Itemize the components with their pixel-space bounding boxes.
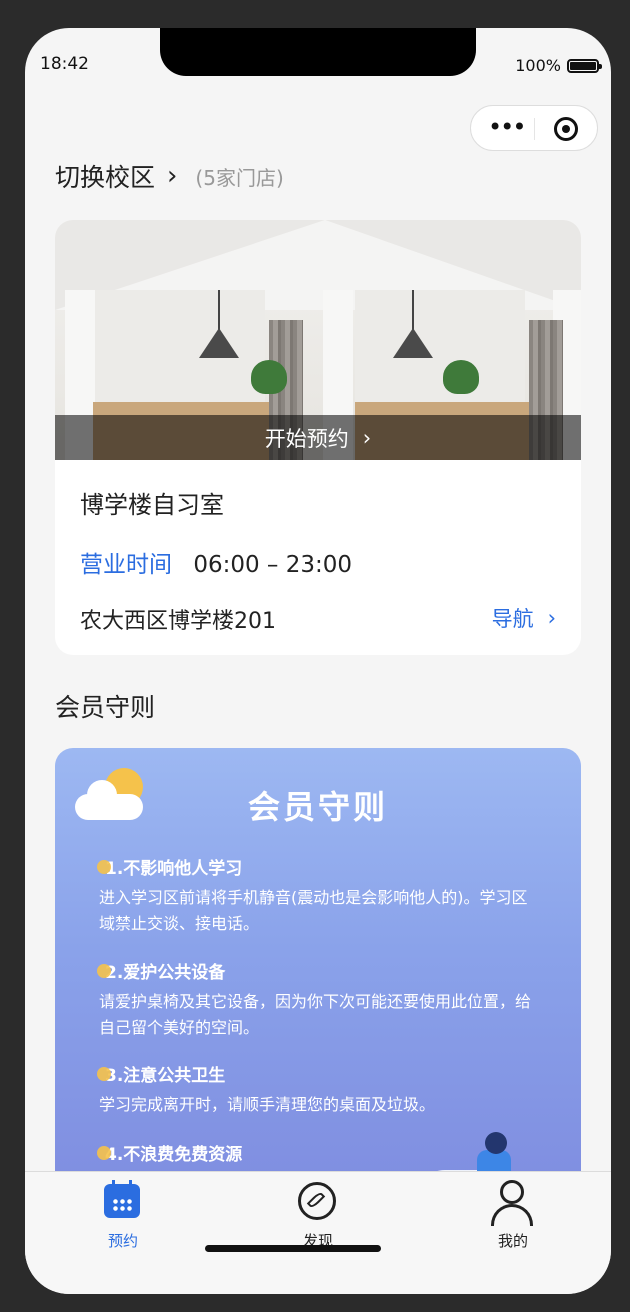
close-target-icon[interactable] [554,117,578,141]
tab-mine[interactable]: 我的 [463,1180,563,1251]
plant [443,360,479,394]
more-icon[interactable]: ••• [488,115,526,139]
tab-label: 预约 [107,1232,138,1250]
home-indicator[interactable] [205,1245,381,1252]
bullet-icon [97,1066,111,1081]
start-booking-label: 开始预约 [264,426,349,451]
store-card[interactable]: 开始预约 › 博学楼自习室 营业时间 06:00 – 23:00 农大西区博学楼… [55,220,581,655]
rule-body: 学习完成离开时，请顺手清理您的桌面及垃圾。 [99,1095,436,1114]
start-booking-button[interactable]: 开始预约 › [55,415,581,460]
tab-label: 我的 [497,1232,528,1250]
tab-icon-wrap [268,1180,368,1224]
rule-title: 2.爱护公共设备 [105,963,226,983]
chevron-right-icon: › [167,161,178,191]
rule-title: 3.注意公共卫生 [105,1066,226,1086]
lamp-icon [393,328,433,358]
phone-screen: 18:42 100% ••• 切换校区 › (5家门店) 开始预约 › 博学楼自… [25,28,611,1294]
store-name: 博学楼自习室 [80,491,224,519]
status-bar-right: 100% [515,56,602,75]
chevron-right-icon: › [362,425,372,450]
calendar-icon [104,1180,140,1218]
person-icon [500,1180,524,1204]
store-count: (5家门店) [195,165,284,190]
rules-card-title: 会员守则 [247,788,388,826]
battery-percent: 100% [515,56,561,75]
miniprogram-capsule: ••• [470,105,598,151]
bullet-icon [97,859,111,874]
rule-body: 进入学习区前请将手机静音(震动也是会影响他人的)。学习区域禁止交谈、接电话。 [99,888,528,933]
hours-value: 06:00 – 23:00 [193,552,352,578]
lamp-cord [218,290,220,330]
rule-item: 1.不影响他人学习 进入学习区前请将手机静音(震动也是会影响他人的)。学习区域禁… [97,854,537,937]
tab-discover[interactable]: 发现 [268,1180,368,1251]
navigate-button[interactable]: 导航 › [492,603,556,633]
rule-title: 4.不浪费免费资源 [105,1145,243,1165]
tab-icon-wrap [463,1180,563,1226]
store-photo: 开始预约 › [55,220,581,460]
campus-title: 切换校区 [55,163,156,192]
rule-item: 3.注意公共卫生 学习完成离开时，请顺手清理您的桌面及垃圾。 [97,1061,537,1118]
tab-booking[interactable]: 预约 [73,1180,173,1251]
rules-section-title: 会员守则 [55,693,156,722]
bullet-icon [97,963,111,978]
plant [251,360,287,394]
rule-title: 1.不影响他人学习 [105,859,243,879]
battery-icon [567,58,602,73]
tab-icon-wrap [73,1180,173,1224]
navigate-label: 导航 [491,607,534,631]
rule-item: 2.爱护公共设备 请爱护桌椅及其它设备，因为你下次可能还要使用此位置，给自己留个… [97,958,537,1041]
person-icon-body [491,1204,533,1226]
status-time: 18:42 [40,54,89,74]
calendar-dots [112,1198,132,1212]
campus-switcher[interactable]: 切换校区 › (5家门店) [55,158,284,194]
rule-body: 请爱护桌椅及其它设备，因为你下次可能还要使用此位置，给自己留个美好的空间。 [99,992,532,1037]
notch [160,28,476,76]
illustration-shape [485,1132,507,1154]
bullet-icon [97,1145,111,1160]
lamp-cord [412,290,414,330]
compass-icon [298,1182,336,1220]
chevron-right-icon: › [547,606,556,630]
rules-card[interactable]: 会员守则 1.不影响他人学习 进入学习区前请将手机静音(震动也是会影响他人的)。… [55,748,581,1198]
business-hours: 营业时间 06:00 – 23:00 [80,545,352,579]
tab-bar: 预约 发现 我的 [25,1171,611,1294]
capsule-divider [534,118,535,140]
lamp-icon [199,328,239,358]
hours-label: 营业时间 [80,552,172,578]
store-address: 农大西区博学楼201 [80,609,276,634]
